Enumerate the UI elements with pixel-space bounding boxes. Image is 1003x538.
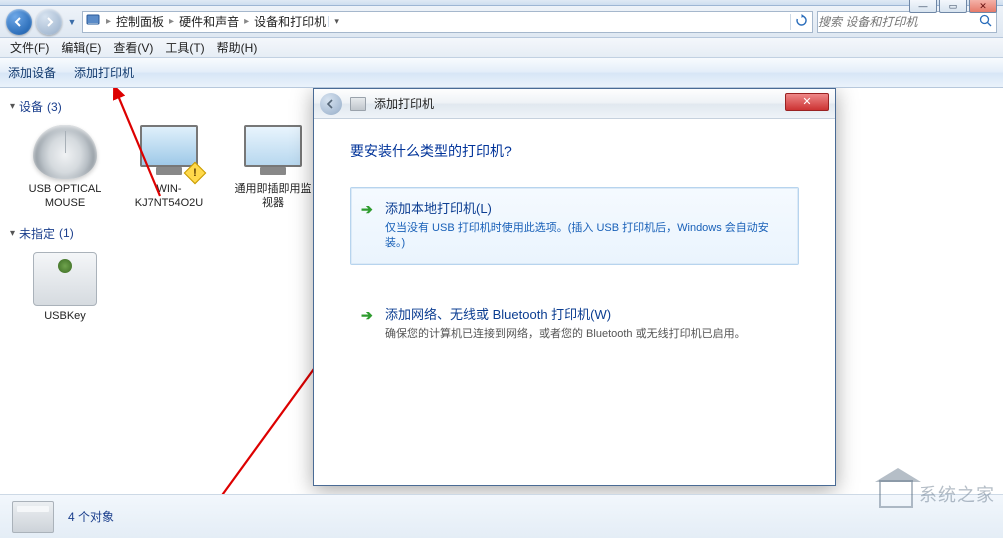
printer-icon xyxy=(350,97,366,111)
device-usbkey[interactable]: USBKey xyxy=(22,252,108,324)
refresh-button[interactable] xyxy=(790,14,812,30)
device-monitor[interactable]: 通用即插即用监视器 xyxy=(230,125,316,211)
add-device-button[interactable]: 添加设备 xyxy=(8,64,56,81)
option-title: 添加本地打印机(L) xyxy=(385,198,786,217)
statusbar: 4 个对象 xyxy=(0,494,1003,538)
watermark-text: 系统之家 xyxy=(919,481,995,507)
menu-edit[interactable]: 编辑(E) xyxy=(55,39,107,56)
breadcrumb-sep-icon: ▸ xyxy=(241,16,252,27)
monitor-icon xyxy=(241,125,305,179)
wizard-titlebar[interactable]: 添加打印机 xyxy=(314,89,835,119)
breadcrumb-sep-icon: ▸ xyxy=(103,16,114,27)
menu-tools[interactable]: 工具(T) xyxy=(159,39,210,56)
watermark: 系统之家 xyxy=(879,480,995,508)
search-icon[interactable] xyxy=(975,14,996,30)
arrow-right-icon: ➔ xyxy=(361,201,373,218)
navbar: ▼ ▸ 控制面板 ▸ 硬件和声音 ▸ 设备和打印机 ▾ xyxy=(0,6,1003,38)
collapse-arrow-icon: ▾ xyxy=(10,228,15,239)
device-label: 通用即插即用监视器 xyxy=(230,183,316,211)
device-label: USBKey xyxy=(22,310,108,324)
menu-file[interactable]: 文件(F) xyxy=(4,39,55,56)
close-button[interactable]: ✕ xyxy=(969,0,997,13)
breadcrumb-sep-icon: ▸ xyxy=(166,16,177,27)
option-title: 添加网络、无线或 Bluetooth 打印机(W) xyxy=(385,304,786,323)
wizard-heading: 要安装什么类型的打印机? xyxy=(350,141,799,161)
wizard-close-button[interactable]: ✕ xyxy=(785,93,829,111)
menubar: 文件(F) 编辑(E) 查看(V) 工具(T) 帮助(H) xyxy=(0,38,1003,58)
control-panel-icon xyxy=(83,13,103,30)
add-printer-wizard: 添加打印机 ✕ 要安装什么类型的打印机? ➔ 添加本地打印机(L) 仅当没有 U… xyxy=(313,88,836,486)
nav-back-button[interactable] xyxy=(6,9,32,35)
computer-icon xyxy=(137,125,201,179)
printer-icon xyxy=(12,501,54,533)
maximize-button[interactable]: ▭ xyxy=(939,0,967,13)
arrow-right-icon: ➔ xyxy=(361,307,373,324)
toolbar: 添加设备 添加打印机 xyxy=(0,58,1003,88)
option-add-local-printer[interactable]: ➔ 添加本地打印机(L) 仅当没有 USB 打印机时使用此选项。(插入 USB … xyxy=(350,187,799,265)
option-desc: 确保您的计算机已连接到网络，或者您的 Bluetooth 或无线打印机已启用。 xyxy=(385,327,786,342)
group-unspecified-label: 未指定 xyxy=(19,225,55,242)
group-devices-label: 设备 xyxy=(19,98,43,115)
nav-history-dropdown[interactable]: ▼ xyxy=(66,12,78,32)
usbkey-icon xyxy=(33,252,97,306)
add-printer-button[interactable]: 添加打印机 xyxy=(74,64,134,81)
device-label: WIN-KJ7NT54O2U xyxy=(126,183,212,211)
status-object-count: 4 个对象 xyxy=(68,508,114,525)
nav-forward-button[interactable] xyxy=(36,9,62,35)
group-unspecified-count: (1) xyxy=(59,226,74,240)
option-desc: 仅当没有 USB 打印机时使用此选项。(插入 USB 打印机后，Windows … xyxy=(385,221,786,252)
minimize-button[interactable]: — xyxy=(909,0,937,13)
breadcrumb[interactable]: ▸ 控制面板 ▸ 硬件和声音 ▸ 设备和打印机 ▾ xyxy=(82,11,813,33)
mouse-icon xyxy=(33,125,97,179)
wizard-title-text: 添加打印机 xyxy=(374,95,434,112)
search-box[interactable] xyxy=(817,11,997,33)
breadcrumb-seg-3[interactable]: 设备和打印机 xyxy=(252,13,328,30)
house-icon xyxy=(879,480,913,508)
group-devices-count: (3) xyxy=(47,100,62,114)
breadcrumb-seg-2[interactable]: 硬件和声音 xyxy=(177,13,241,30)
content-area: ▾ 设备 (3) USB OPTICAL MOUSE WIN-KJ7NT54O2… xyxy=(0,88,1003,512)
breadcrumb-dropdown[interactable]: ▾ xyxy=(328,16,344,27)
menu-view[interactable]: 查看(V) xyxy=(107,39,159,56)
menu-help[interactable]: 帮助(H) xyxy=(211,39,264,56)
search-input[interactable] xyxy=(818,15,975,29)
device-mouse[interactable]: USB OPTICAL MOUSE xyxy=(22,125,108,211)
option-add-network-printer[interactable]: ➔ 添加网络、无线或 Bluetooth 打印机(W) 确保您的计算机已连接到网… xyxy=(350,293,799,355)
breadcrumb-seg-1[interactable]: 控制面板 xyxy=(114,13,166,30)
device-label: USB OPTICAL MOUSE xyxy=(22,183,108,211)
device-pc[interactable]: WIN-KJ7NT54O2U xyxy=(126,125,212,211)
collapse-arrow-icon: ▾ xyxy=(10,101,15,112)
wizard-back-button[interactable] xyxy=(320,93,342,115)
titlebar: — ▭ ✕ xyxy=(0,0,1003,6)
